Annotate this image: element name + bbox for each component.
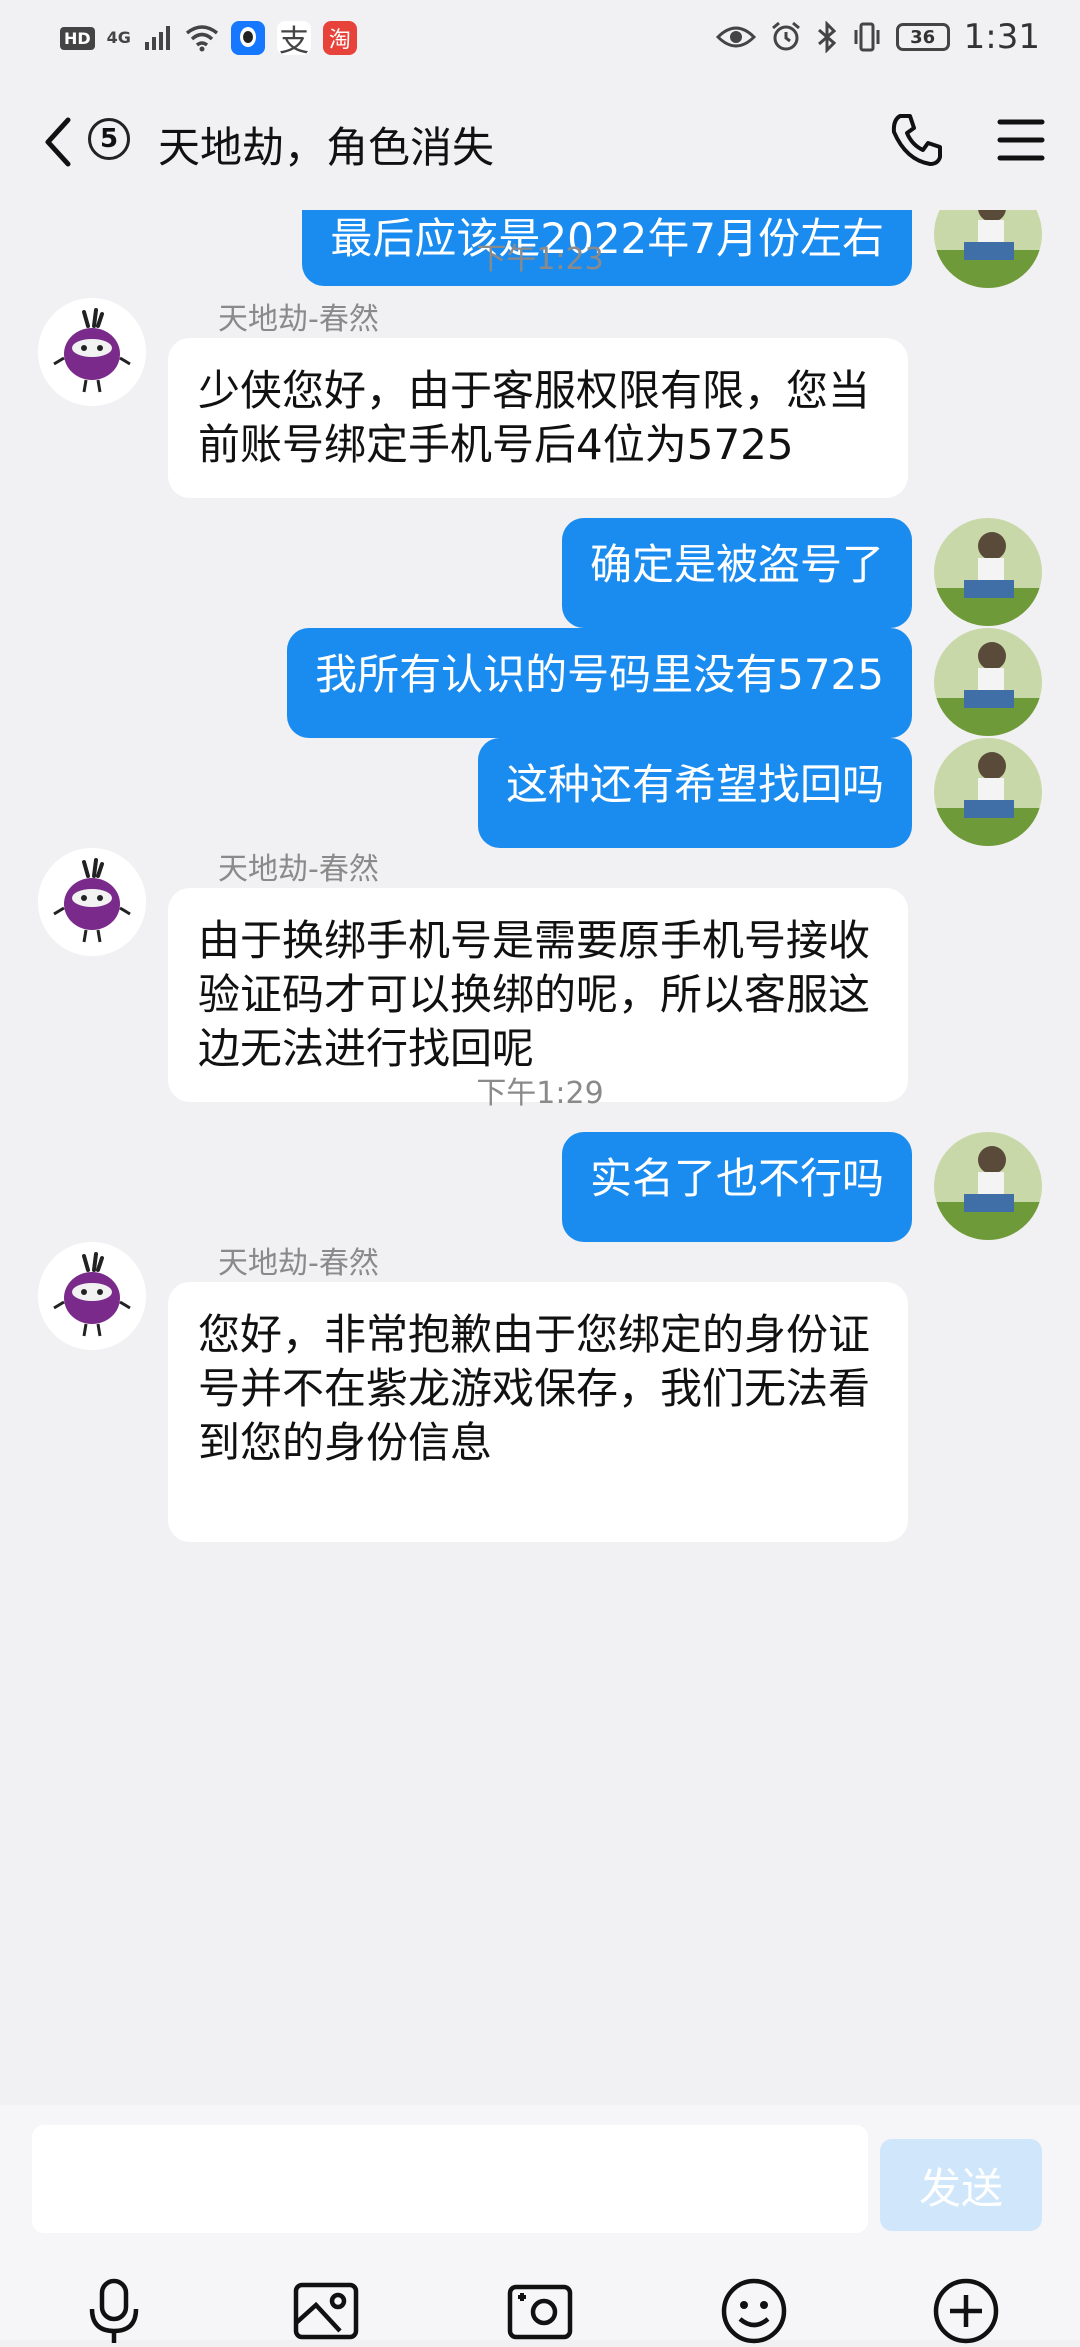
user-avatar[interactable]	[934, 518, 1042, 626]
chevron-left-icon[interactable]	[36, 112, 80, 172]
clock: 1:31	[963, 17, 1040, 57]
message-bubble[interactable]: 实名了也不行吗	[561, 1132, 912, 1242]
battery-indicator: 36	[895, 23, 950, 51]
chat-header: 5 天地劫，角色消失	[0, 76, 1080, 210]
chat-title: 天地劫，角色消失	[158, 123, 495, 172]
vibrate-icon	[854, 22, 880, 52]
smiley-icon[interactable]	[718, 2275, 790, 2347]
signal-icon	[144, 26, 170, 50]
alipay-icon: 支	[276, 21, 311, 59]
wifi-icon	[185, 25, 219, 52]
bluetooth-icon	[817, 21, 836, 53]
send-button[interactable]: 发送	[880, 2139, 1042, 2231]
sender-name: 天地劫-春然	[218, 1246, 379, 1281]
message-bubble[interactable]: 少侠您好，由于客服权限有限，您当前账号绑定手机号后4位为5725	[168, 338, 908, 498]
plus-circle-icon[interactable]	[930, 2275, 1002, 2347]
camera-icon[interactable]	[504, 2275, 576, 2347]
network-indicator: 4G	[106, 28, 131, 47]
qq-app-icon	[230, 21, 265, 55]
timestamp: 下午1:29	[476, 1076, 604, 1111]
alarm-icon	[771, 21, 800, 51]
unread-count-badge[interactable]: 5	[88, 118, 130, 160]
taobao-icon: 淘	[322, 21, 357, 55]
eye-comfort-icon	[715, 26, 756, 48]
phone-icon[interactable]	[888, 112, 944, 168]
sender-name: 天地劫-春然	[218, 852, 379, 887]
status-bar: HD 4G 支 淘 36 1:31	[0, 0, 1080, 76]
agent-avatar[interactable]	[38, 298, 146, 406]
hamburger-menu-icon[interactable]	[996, 116, 1046, 164]
user-avatar[interactable]	[934, 628, 1042, 736]
user-avatar[interactable]	[934, 738, 1042, 846]
timestamp: 下午1:23	[476, 242, 604, 277]
image-icon[interactable]	[290, 2275, 362, 2347]
status-right: 36 1:31	[715, 14, 1040, 60]
hd-indicator: HD	[60, 26, 95, 50]
agent-avatar[interactable]	[38, 848, 146, 956]
message-bubble[interactable]: 确定是被盗号了	[561, 518, 912, 628]
composer: 发送	[0, 2105, 1080, 2344]
microphone-icon[interactable]	[78, 2275, 150, 2347]
user-avatar[interactable]	[934, 1132, 1042, 1240]
agent-avatar[interactable]	[38, 1242, 146, 1350]
message-list[interactable]: 最后应该是2022年7月份左右 下午1:23 天地劫-春然 少侠您好，由于客服权…	[0, 210, 1080, 2105]
message-bubble[interactable]: 您好，非常抱歉由于您绑定的身份证号并不在紫龙游戏保存，我们无法看到您的身份信息	[168, 1282, 908, 1542]
message-bubble[interactable]: 我所有认识的号码里没有5725	[287, 628, 912, 738]
sender-name: 天地劫-春然	[218, 302, 379, 337]
status-left: HD 4G 支 淘	[60, 18, 357, 59]
message-input[interactable]	[32, 2125, 868, 2233]
message-bubble[interactable]: 这种还有希望找回吗	[477, 738, 912, 848]
